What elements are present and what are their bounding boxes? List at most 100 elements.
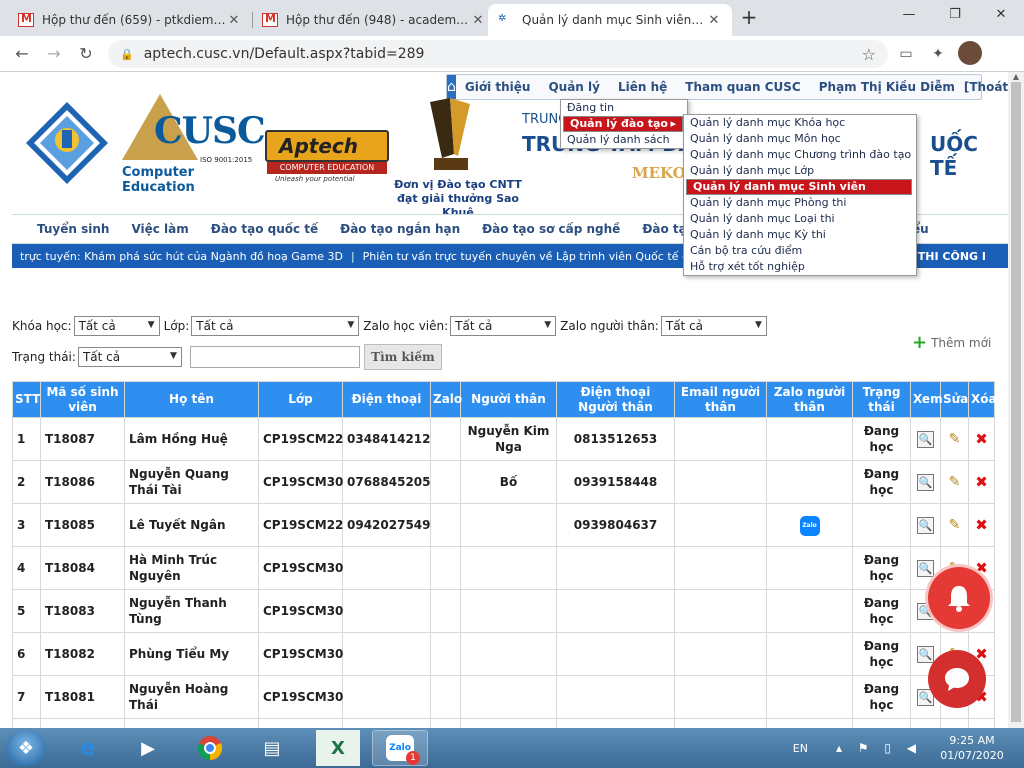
submenu-phong-thi[interactable]: Quản lý danh mục Phòng thi xyxy=(684,195,916,211)
column-header: Zalo người thân xyxy=(766,381,853,418)
topmenu-lien-he[interactable]: Liên hệ xyxy=(609,80,676,94)
submenu-tra-cuu-diem[interactable]: Cán bộ tra cứu điểm xyxy=(684,243,916,259)
delete-icon[interactable]: ✖ xyxy=(975,517,988,533)
minimize-icon[interactable]: — xyxy=(886,0,932,28)
language-indicator[interactable]: EN xyxy=(793,742,808,755)
view-icon[interactable]: 🔍 xyxy=(917,645,934,663)
column-header: Sửa xyxy=(940,381,969,418)
submenu-chuong-trinh[interactable]: Quản lý danh mục Chương trình đào tạo xyxy=(684,147,916,163)
view-icon[interactable]: 🔍 xyxy=(917,559,934,577)
home-icon[interactable]: ⌂ xyxy=(447,75,456,99)
delete-icon[interactable]: ✖ xyxy=(975,431,988,447)
zalo-icon[interactable]: Zalo xyxy=(799,515,820,536)
start-button[interactable]: ❖ xyxy=(6,730,46,766)
submenu-sinh-vien[interactable]: Quản lý danh mục Sinh viên xyxy=(686,179,912,195)
submenu-ky-thi[interactable]: Quản lý danh mục Kỳ thi xyxy=(684,227,916,243)
restore-icon[interactable]: ❐ xyxy=(932,0,978,28)
scroll-up-icon[interactable]: ▲ xyxy=(1008,72,1024,82)
delete-icon[interactable]: ✖ xyxy=(975,474,988,490)
logout-link[interactable]: [Thoát] xyxy=(964,80,1008,94)
submenu-mon-hoc[interactable]: Quản lý danh mục Môn học xyxy=(684,131,916,147)
reload-icon[interactable]: ↻ xyxy=(74,42,98,66)
back-icon[interactable]: ← xyxy=(10,42,34,66)
browser-tab-gmail-1[interactable]: Hộp thư đến (659) - ptkdiem@ctu ✕ xyxy=(8,4,252,36)
submenu-khoa-hoc[interactable]: Quản lý danh mục Khóa học xyxy=(684,115,916,131)
zalo-app-icon[interactable]: Zalo 1 xyxy=(372,730,428,766)
search-button[interactable]: Tìm kiếm xyxy=(363,344,442,370)
page-scrollbar[interactable]: ▲ xyxy=(1008,72,1024,728)
cell-lop: CP19SCM30 xyxy=(258,589,343,633)
column-header: Xóa xyxy=(968,381,997,418)
bookmark-star-icon[interactable]: ☆ xyxy=(862,45,876,64)
close-tab-icon[interactable]: ✕ xyxy=(470,13,486,28)
submenu-lop[interactable]: Quản lý danh mục Lớp xyxy=(684,163,916,179)
cell-nguoithan xyxy=(460,589,557,633)
cell-trangthai: Đang học xyxy=(852,675,911,719)
edit-icon[interactable]: ✎ xyxy=(949,431,961,447)
table-row: 1 T18087 Lâm Hồng Huệ CP19SCM22 0348414212 Ng… xyxy=(12,417,995,461)
chat-button[interactable] xyxy=(928,650,986,708)
close-tab-icon[interactable]: ✕ xyxy=(226,13,242,28)
excel-icon[interactable]: X xyxy=(316,730,360,766)
view-icon[interactable]: 🔍 xyxy=(917,473,934,491)
system-tray: EN ▴ ⚑ ▯ ◀ 9:25 AM 01/07/2020 xyxy=(793,728,1024,768)
taskbar-clock[interactable]: 9:25 AM 01/07/2020 xyxy=(936,733,1008,763)
nav-viec-lam[interactable]: Việc làm xyxy=(120,222,199,236)
nav-dao-tao-quoc-te[interactable]: Đào tạo quốc tế xyxy=(200,222,329,236)
topmenu-tham-quan[interactable]: Tham quan CUSC xyxy=(676,80,809,94)
address-toolbar: ← → ↻ 🔒 aptech.cusc.vn/Default.aspx?tabi… xyxy=(0,36,1024,72)
close-window-icon[interactable]: ✕ xyxy=(978,0,1024,28)
view-icon[interactable]: 🔍 xyxy=(917,516,934,534)
aptech-logo: Aptech COMPUTER EDUCATION Unleash your p… xyxy=(265,128,397,184)
menu-item-quan-ly-dao-tao[interactable]: Quản lý đào tạo ▸ xyxy=(563,116,683,132)
nav-tuyen-sinh[interactable]: Tuyển sinh xyxy=(26,222,120,236)
submenu-xet-tot-nghiep[interactable]: Hỗ trợ xét tốt nghiệp xyxy=(684,259,916,275)
menu-item-quan-ly-danh-sach[interactable]: Quản lý danh sách xyxy=(561,132,687,148)
menu-item-dang-tin[interactable]: Đăng tin xyxy=(561,100,687,116)
nav-dao-tao-ngan-han[interactable]: Đào tạo ngắn hạn xyxy=(329,222,471,236)
media-player-icon[interactable]: ▶ xyxy=(120,730,176,766)
profile-avatar[interactable] xyxy=(958,41,982,65)
cell-email xyxy=(674,417,767,461)
zalo-nguoi-than-select[interactable]: Tất cả ▼ xyxy=(660,316,767,336)
topmenu-gioi-thieu[interactable]: Giới thiệu xyxy=(456,80,540,94)
scrollbar-thumb[interactable] xyxy=(1011,82,1021,722)
notification-bell-button[interactable] xyxy=(928,567,990,629)
table-row: 3 T18085 Lê Tuyết Ngân CP19SCM22 0942027549 0… xyxy=(12,503,995,547)
chrome-icon[interactable] xyxy=(182,730,238,766)
cell-stt: 6 xyxy=(12,632,41,676)
edit-icon[interactable]: ✎ xyxy=(949,517,961,533)
search-input[interactable] xyxy=(189,346,360,368)
forward-icon[interactable]: → xyxy=(42,42,66,66)
edit-icon[interactable]: ✎ xyxy=(949,474,961,490)
new-tab-button[interactable]: + xyxy=(737,6,761,30)
khoa-hoc-select[interactable]: Tất cả ▼ xyxy=(73,316,160,336)
cell-action: ✎ xyxy=(940,460,969,504)
zalo-hoc-vien-select[interactable]: Tất cả ▼ xyxy=(450,316,557,336)
cell-dtnt xyxy=(556,675,675,719)
trang-thai-select[interactable]: Tất cả ▼ xyxy=(77,347,182,367)
cell-action: ✖ xyxy=(968,417,995,461)
url-bar[interactable]: 🔒 aptech.cusc.vn/Default.aspx?tabid=289 … xyxy=(108,40,888,68)
plus-icon: + xyxy=(912,332,928,353)
file-explorer-icon[interactable]: ▤ xyxy=(244,730,300,766)
internet-explorer-icon[interactable]: e xyxy=(60,730,116,766)
ticker-item[interactable]: trực tuyến: Khám phá sức hút của Ngành đ… xyxy=(12,250,351,263)
nav-dao-tao-so-cap[interactable]: Đào tạo sơ cấp nghề xyxy=(471,222,631,236)
add-new-button[interactable]: + Thêm mới xyxy=(912,332,991,353)
submenu-loai-thi[interactable]: Quản lý danh mục Loại thi xyxy=(684,211,916,227)
url-text: aptech.cusc.vn/Default.aspx?tabid=289 xyxy=(143,46,425,62)
tray-icons[interactable]: ▴ ⚑ ▯ ◀ xyxy=(836,741,922,755)
extensions-icon[interactable]: ✦ xyxy=(928,44,948,64)
view-icon[interactable]: 🔍 xyxy=(917,430,934,448)
topmenu-user-name[interactable]: Phạm Thị Kiều Diễm xyxy=(810,80,964,94)
lop-select[interactable]: Tất cả ▼ xyxy=(191,316,360,336)
topmenu-quan-ly[interactable]: Quản lý xyxy=(539,80,609,94)
browser-tab-gmail-2[interactable]: Hộp thư đến (948) - academic@cu ✕ xyxy=(252,4,496,36)
cell-stt: 5 xyxy=(12,589,41,633)
browser-tab-active[interactable]: ✲ Quản lý danh mục Sinh viên | Tru ✕ xyxy=(488,4,732,36)
table-row: 5 T18083 Nguyễn Thanh Tùng CP19SCM30 Đang họ… xyxy=(12,589,995,633)
cast-icon[interactable]: ▭ xyxy=(896,44,916,64)
cell-dtnt xyxy=(556,589,675,633)
close-tab-icon[interactable]: ✕ xyxy=(706,13,722,28)
